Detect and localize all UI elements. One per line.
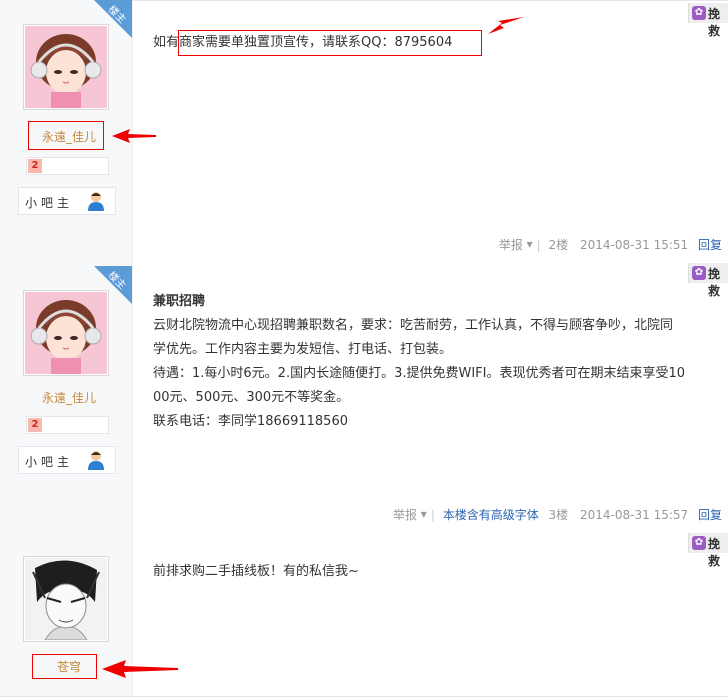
avatar[interactable] [23,290,109,376]
font-notice-link[interactable]: 本楼含有高级字体 [443,508,539,522]
post-floor-3: 楼主 永遠_佳儿 2 小吧主 ✿ 挽救 兼职招聘 云财北院物流中心现招聘兼职数名… [0,263,728,537]
post-tail: 举报 ▾ | 2楼 2014-08-31 15:51 回复 [498,237,722,252]
role-label: 小吧主 [25,455,74,469]
avatar[interactable] [23,24,109,110]
post-title: 兼职招聘 [153,294,206,309]
post-datetime: 2014-08-31 15:57 [580,507,689,522]
username-link[interactable]: 永遠_佳儿 [26,390,112,406]
level-badge: 2 [26,416,109,434]
user-icon [87,191,105,214]
role-box: 小吧主 [18,187,116,215]
post-content: 兼职招聘 云财北院物流中心现招聘兼职数名，要求：吃苦耐劳，工作认真，不得与顾客争… [153,290,718,434]
reply-link[interactable]: 回复 [698,238,722,252]
reply-link[interactable]: 回复 [698,508,722,522]
floor-number: 3楼 [548,508,569,522]
report-link[interactable]: 举报 ▾ [499,237,533,252]
user-icon [87,450,105,473]
save-icon: ✿ [692,536,706,550]
save-icon: ✿ [692,266,706,280]
annotation-box [32,654,97,679]
annotation-box [178,30,482,56]
content-line: 待遇：1.每小时6元。2.国内长途随便打。3.提供免费WIFI。表现优秀者可在期… [153,366,686,381]
annotation-arrow [112,129,156,143]
level-badge: 2 [26,157,109,175]
save-icon: ✿ [692,6,706,20]
annotation-arrow [488,17,524,34]
save-button[interactable]: ✿ 挽救 [688,533,728,568]
save-button[interactable]: ✿ 挽救 [688,3,728,38]
floor-number: 2楼 [548,238,569,252]
role-box: 小吧主 [18,446,116,474]
annotation-box [28,121,104,150]
content-line: 联系电话：李同学18669118560 [153,414,348,429]
annotation-arrow [102,660,178,678]
role-label: 小吧主 [25,196,74,210]
post-content: 前排求购二手插线板！有的私信我~ [153,560,718,584]
level-icon: 2 [28,159,42,173]
post-datetime: 2014-08-31 15:51 [580,237,689,252]
post-tail: 举报 ▾ | 本楼含有高级字体 3楼 2014-08-31 15:57 回复 [392,507,722,522]
save-button[interactable]: ✿ 挽救 [688,263,728,298]
avatar[interactable] [23,556,109,642]
level-icon: 2 [28,418,42,432]
content-line: 前排求购二手插线板！有的私信我~ [153,564,359,579]
content-line: 云财北院物流中心现招聘兼职数名，要求：吃苦耐劳，工作认真，不得与顾客争吵，北院同 [153,318,674,333]
report-link[interactable]: 举报 ▾ [393,507,427,522]
author-panel: 楼主 永遠_佳儿 2 小吧主 [0,266,133,536]
content-line: 00元、500元、300元不等奖金。 [153,390,350,405]
content-line: 学优先。工作内容主要为发短信、打电话、打包装。 [153,342,453,357]
